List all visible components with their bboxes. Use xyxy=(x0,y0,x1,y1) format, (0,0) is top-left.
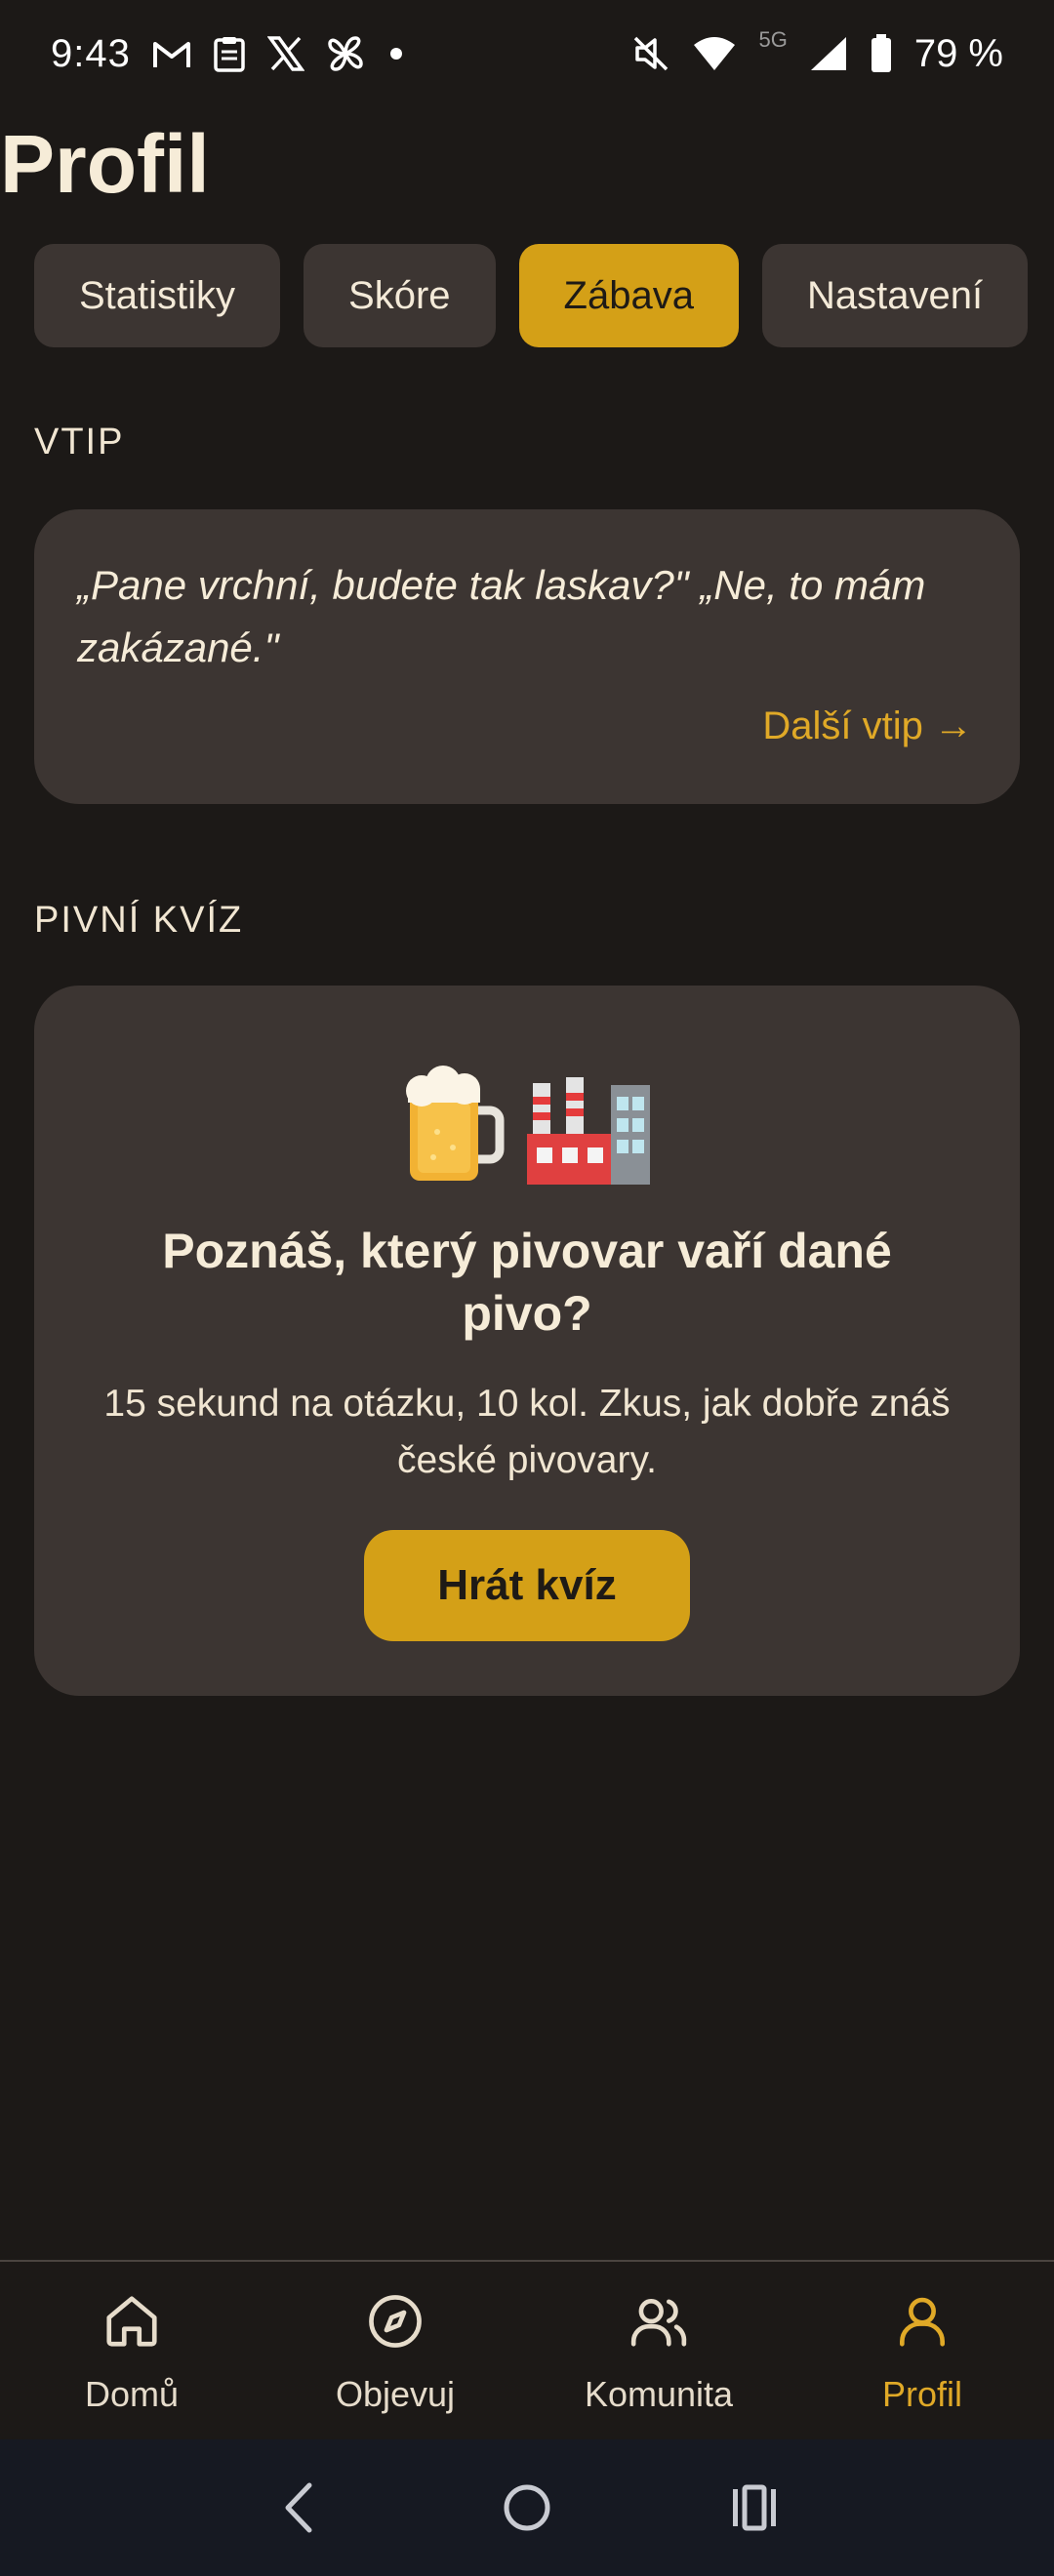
status-right: 5G 79 % xyxy=(631,27,1003,76)
nav-label-domu: Domů xyxy=(84,2374,180,2414)
quiz-card: Poznáš, který pivovar vaří dané pivo? 15… xyxy=(34,986,1020,1696)
tab-skore[interactable]: Skóre xyxy=(304,244,496,347)
nav-item-komunita[interactable]: Komunita xyxy=(527,2262,790,2439)
battery-percent: 79 % xyxy=(913,31,1003,75)
users-icon xyxy=(628,2291,689,2360)
joke-card: „Pane vrchní, budete tak laskav?" „Ne, t… xyxy=(34,509,1020,804)
nav-item-objevuj[interactable]: Objevuj xyxy=(264,2262,527,2439)
nav-label-profil: Profil xyxy=(881,2374,963,2414)
factory-icon xyxy=(523,1064,656,1193)
joke-section-label: VTIP xyxy=(34,422,125,463)
nav-label-komunita: Komunita xyxy=(584,2374,734,2414)
user-icon xyxy=(892,2291,953,2360)
joke-text: „Pane vrchní, budete tak laskav?" „Ne, t… xyxy=(77,562,926,670)
gmail-icon xyxy=(152,38,191,69)
quiz-emoji xyxy=(34,1064,1020,1193)
nav-item-domu[interactable]: Domů xyxy=(0,2262,264,2439)
status-time: 9:43 xyxy=(51,31,131,75)
quiz-title: Poznáš, který pivovar vaří dané pivo? xyxy=(162,1224,892,1341)
system-nav-bar xyxy=(0,2439,1054,2576)
back-button[interactable] xyxy=(256,2464,344,2552)
recents-button[interactable] xyxy=(710,2464,798,2552)
tab-bar: Statistiky Skóre Zábava Nastavení xyxy=(34,244,1054,347)
compass-icon xyxy=(365,2291,426,2360)
clipboard-icon xyxy=(213,35,246,72)
quiz-section-label: PIVNÍ KVÍZ xyxy=(34,900,244,941)
status-left: 9:43 xyxy=(51,32,406,76)
quiz-description: 15 sekund na otázku, 10 kol. Zkus, jak d… xyxy=(103,1383,951,1481)
signal-icon xyxy=(809,35,848,72)
home-icon xyxy=(101,2291,162,2360)
wifi-icon xyxy=(692,35,737,72)
beer-mug-icon xyxy=(398,1064,506,1193)
battery-icon xyxy=(870,34,893,73)
play-quiz-button[interactable]: Hrát kvíz xyxy=(364,1530,690,1641)
page-title: Profil xyxy=(0,118,210,210)
network-label: 5G xyxy=(758,27,788,52)
dot-icon xyxy=(386,44,406,63)
pinwheel-icon xyxy=(326,34,365,73)
tab-nastaveni[interactable]: Nastavení xyxy=(761,244,1029,347)
tab-statistiky[interactable]: Statistiky xyxy=(34,244,281,347)
mute-icon xyxy=(631,34,670,73)
x-icon xyxy=(266,36,304,71)
next-joke-button[interactable]: Další vtip → xyxy=(762,704,973,748)
status-bar: 9:43 5G 79 % xyxy=(0,0,1054,107)
nav-item-profil[interactable]: Profil xyxy=(790,2262,1054,2439)
tab-zabava[interactable]: Zábava xyxy=(518,244,739,347)
screen: 9:43 5G 79 % Profil Statistiky Skóre Záb… xyxy=(0,0,1054,2576)
home-button[interactable] xyxy=(483,2464,571,2552)
nav-label-objevuj: Objevuj xyxy=(335,2374,456,2414)
bottom-nav: Domů Objevuj Komunita Profil xyxy=(0,2260,1054,2439)
